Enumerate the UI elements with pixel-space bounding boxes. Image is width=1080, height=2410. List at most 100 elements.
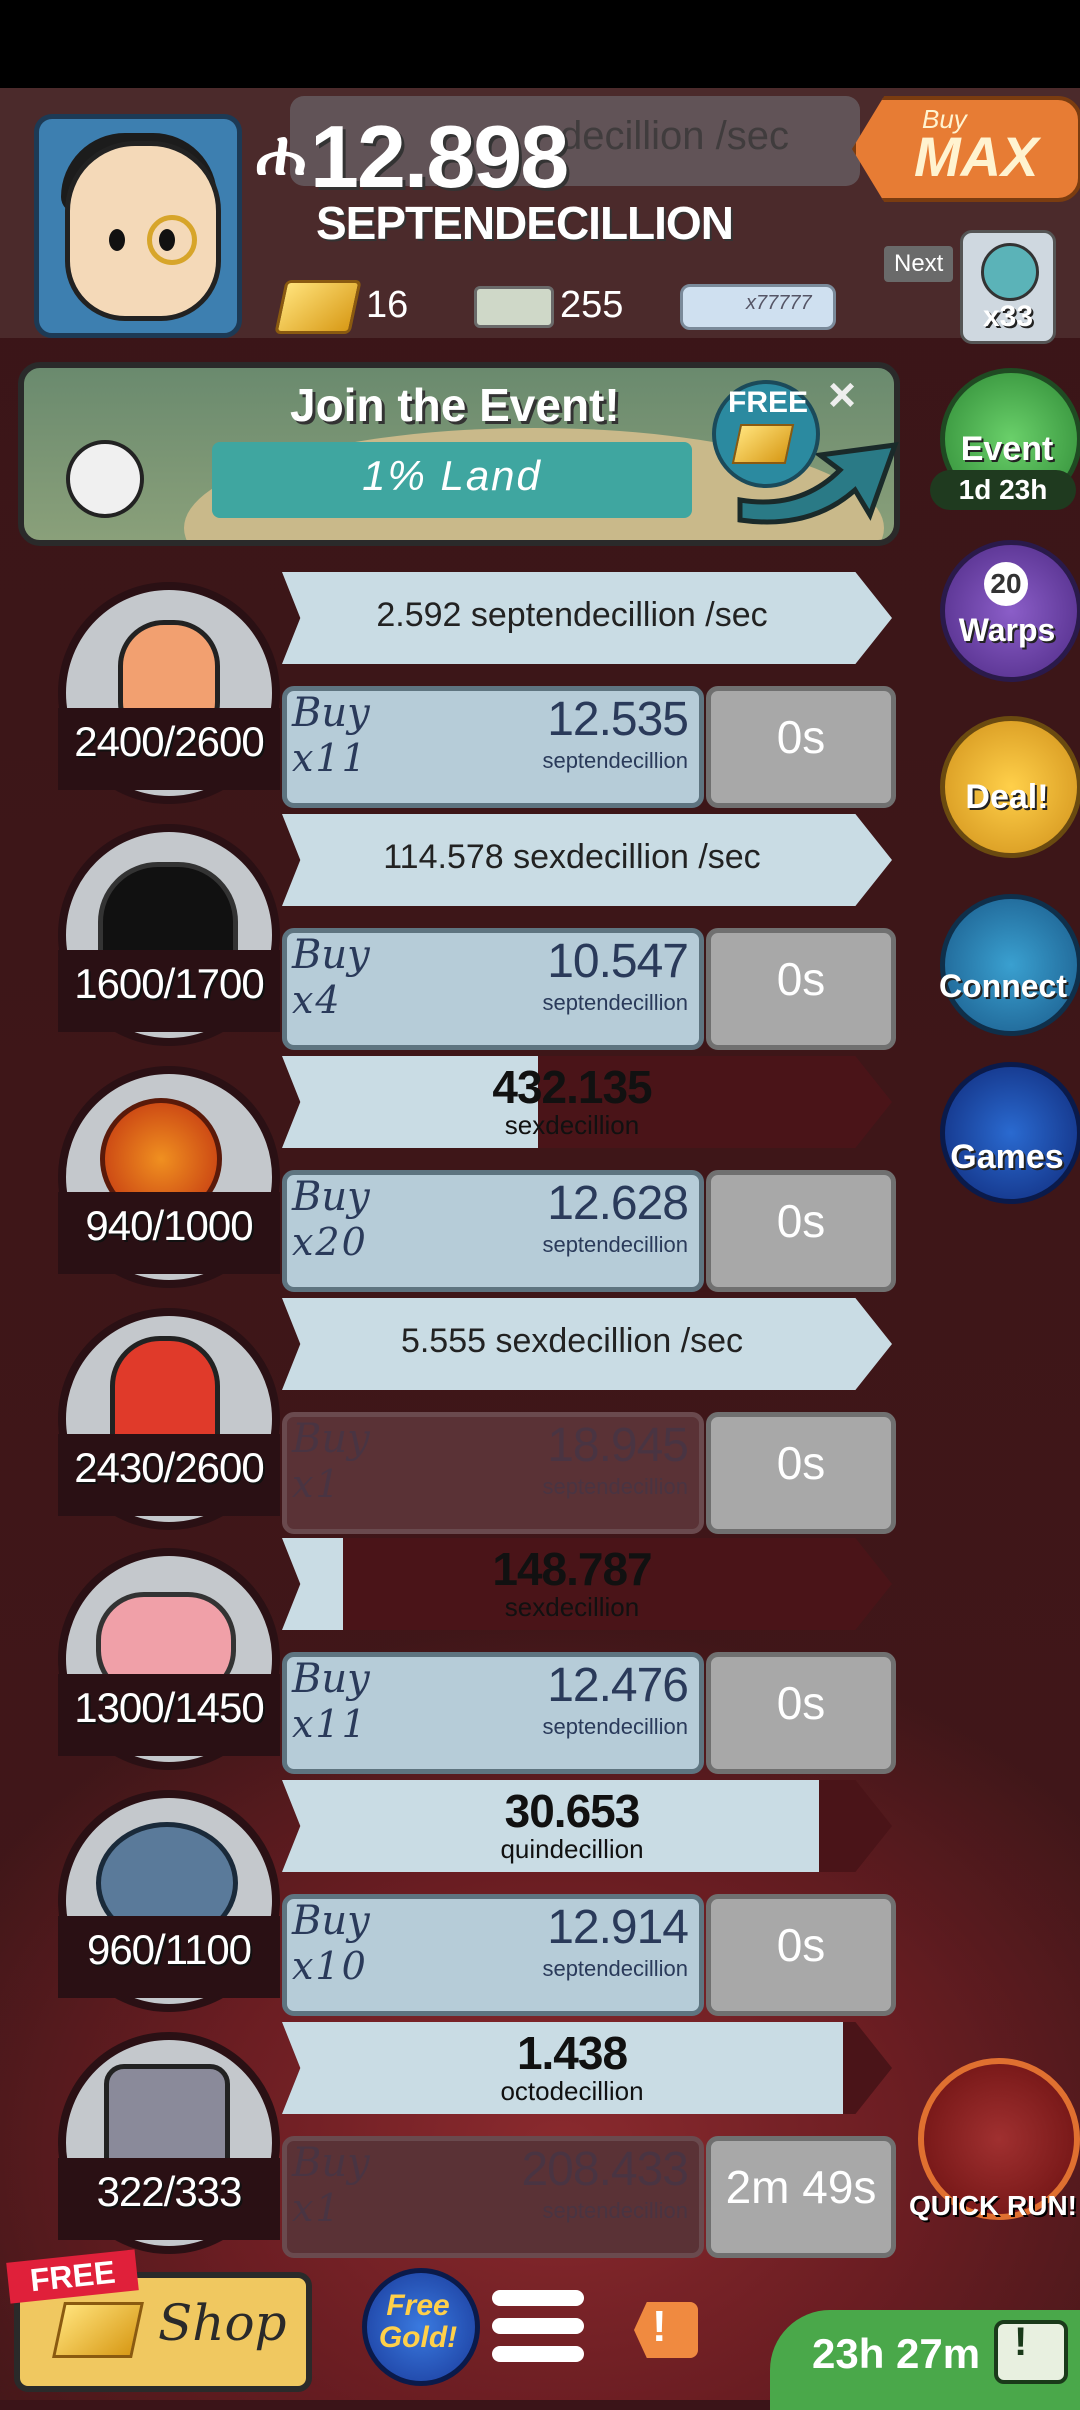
owned-count: 2400/2600 bbox=[74, 718, 265, 765]
next-label: Next bbox=[884, 246, 954, 282]
tv-mark: ! bbox=[1014, 2320, 1028, 2364]
currency-unit: SEPTENDECILLION bbox=[316, 197, 734, 249]
deal-button-label: Deal! bbox=[965, 778, 1049, 816]
player-portrait[interactable] bbox=[34, 114, 242, 338]
income-rate: 5.555 sexdecillion /sec bbox=[400, 1322, 744, 1360]
gold-icon bbox=[731, 424, 795, 464]
income-unit: octodecillion bbox=[500, 2076, 644, 2106]
buy-cost-unit: septendecillion bbox=[542, 1232, 688, 1257]
buy-cost: 12.914 bbox=[547, 1901, 689, 1954]
buy-multiplier: x10 bbox=[292, 1944, 368, 1988]
buy-cost: 10.547 bbox=[547, 935, 689, 988]
income-value: 30.653 bbox=[504, 1785, 641, 1837]
next-unlock-icon bbox=[981, 243, 1039, 301]
currency-value: 12.898 bbox=[310, 107, 569, 206]
income-unit: quindecillion bbox=[500, 1834, 644, 1864]
cycle-time: 2m 49s bbox=[725, 2161, 877, 2213]
portrait-face bbox=[65, 141, 221, 321]
gold-icon bbox=[52, 2302, 144, 2358]
buy-multiplier: x11 bbox=[292, 736, 368, 780]
owned-count: 1300/1450 bbox=[74, 1684, 265, 1731]
tv-icon[interactable] bbox=[994, 2320, 1068, 2384]
owned-count: 322/333 bbox=[96, 2168, 243, 2215]
gold-count: 16 bbox=[366, 284, 409, 326]
business-row: 940/1000 432.135 sexdecillion Buy x20 12… bbox=[0, 1054, 900, 1294]
free-badge-label: FREE bbox=[728, 386, 809, 419]
business-row: 1600/1700 114.578 sexdecillion /sec Buy … bbox=[0, 812, 900, 1052]
buy-label: Buy bbox=[292, 1898, 370, 1944]
income-unit: sexdecillion bbox=[504, 1592, 640, 1622]
ad-boost-timer: 23h 27m bbox=[812, 2330, 981, 2377]
status-bar bbox=[0, 0, 1080, 88]
buy-cost: 12.476 bbox=[547, 1659, 689, 1712]
income-value: 432.135 bbox=[492, 1061, 652, 1113]
cycle-time: 0s bbox=[776, 1677, 826, 1729]
business-row: 322/333 1.438 octodecillion Buy x1 208.4… bbox=[0, 2020, 900, 2260]
event-timer: 1d 23h bbox=[930, 470, 1076, 510]
income-rate: 114.578 sexdecillion /sec bbox=[383, 838, 761, 876]
buy-multiplier: x4 bbox=[292, 978, 342, 1022]
event-button-label: Event bbox=[960, 430, 1054, 468]
alert-mark: ! bbox=[652, 2302, 667, 2351]
buy-label: Buy bbox=[292, 1174, 370, 1220]
buy-multiplier: x1 bbox=[292, 2186, 342, 2230]
shop-label: Shop bbox=[158, 2294, 287, 2352]
cycle-time: 0s bbox=[776, 711, 826, 763]
buy-cost: 12.628 bbox=[547, 1177, 689, 1230]
business-row: 2400/2600 2.592 septendecillion /sec Buy… bbox=[0, 570, 900, 810]
event-title: Join the Event! bbox=[290, 379, 620, 431]
business-row: 2430/2600 5.555 sexdecillion /sec Buy x1… bbox=[0, 1296, 900, 1536]
megabuck-icon bbox=[474, 286, 554, 328]
free-gold-label: Free Gold! bbox=[378, 2289, 458, 2354]
income-unit: sexdecillion bbox=[504, 1110, 640, 1140]
business-row: 1300/1450 148.787 sexdecillion Buy x11 1… bbox=[0, 1536, 900, 1776]
event-subtitle: 1% Land bbox=[362, 452, 542, 499]
buy-cost-unit: septendecillion bbox=[542, 1956, 688, 1981]
mascot-head bbox=[66, 440, 144, 518]
cycle-time: 0s bbox=[776, 953, 826, 1005]
buy-cost: 12.535 bbox=[547, 693, 689, 746]
warps-button-label: Warps bbox=[958, 612, 1056, 648]
buy-multiplier: x20 bbox=[292, 1220, 368, 1264]
buy-cost-unit: septendecillion bbox=[542, 1714, 688, 1739]
connect-button-label: Connect bbox=[939, 968, 1067, 1004]
cycle-time: 0s bbox=[776, 1437, 826, 1489]
buy-cost-unit: septendecillion bbox=[542, 990, 688, 1015]
buy-cost-unit: septendecillion bbox=[542, 2198, 688, 2223]
buy-multiplier: x11 bbox=[292, 1702, 368, 1746]
megabuck-count: 255 bbox=[560, 284, 624, 326]
owned-count: 1600/1700 bbox=[74, 960, 265, 1007]
games-button[interactable] bbox=[940, 1062, 1080, 1204]
income-value: 148.787 bbox=[492, 1543, 652, 1595]
buy-cost: 18.945 bbox=[547, 1419, 689, 1472]
income-value: 1.438 bbox=[516, 2027, 628, 2079]
buy-label: Buy bbox=[292, 1656, 370, 1702]
cycle-time: 0s bbox=[776, 1919, 826, 1971]
cycle-time: 0s bbox=[776, 1195, 826, 1247]
owned-count: 940/1000 bbox=[85, 1202, 253, 1249]
gold-icon bbox=[274, 280, 362, 334]
buy-label: Buy bbox=[292, 1416, 370, 1462]
portrait-monocle bbox=[147, 215, 197, 265]
buy-cost-unit: septendecillion bbox=[542, 1474, 688, 1499]
portrait-eye bbox=[109, 229, 125, 251]
buy-label: Buy bbox=[292, 2140, 370, 2186]
connect-button[interactable] bbox=[940, 894, 1080, 1036]
income-rate: 2.592 septendecillion /sec bbox=[376, 596, 768, 634]
menu-icon[interactable] bbox=[492, 2290, 584, 2372]
owned-count: 2430/2600 bbox=[74, 1444, 265, 1491]
buy-label: Buy bbox=[292, 932, 370, 978]
close-icon[interactable]: × bbox=[828, 368, 856, 423]
warps-count: 20 bbox=[984, 562, 1028, 606]
warps-button[interactable] bbox=[940, 540, 1080, 682]
currency-symbol: ሐ bbox=[256, 119, 306, 188]
buy-label: Buy bbox=[292, 690, 370, 736]
buy-cost-unit: septendecillion bbox=[542, 748, 688, 773]
buy-max-label: MAX bbox=[914, 125, 1039, 188]
event-mascot-icon bbox=[36, 410, 176, 530]
games-button-label: Games bbox=[950, 1138, 1064, 1176]
buy-cost: 208.433 bbox=[521, 2143, 689, 2196]
header-ghost-rate: decillion /sec bbox=[560, 114, 790, 158]
business-row: 960/1100 30.653 quindecillion Buy x10 12… bbox=[0, 1778, 900, 2018]
owned-count: 960/1100 bbox=[86, 1926, 252, 1973]
